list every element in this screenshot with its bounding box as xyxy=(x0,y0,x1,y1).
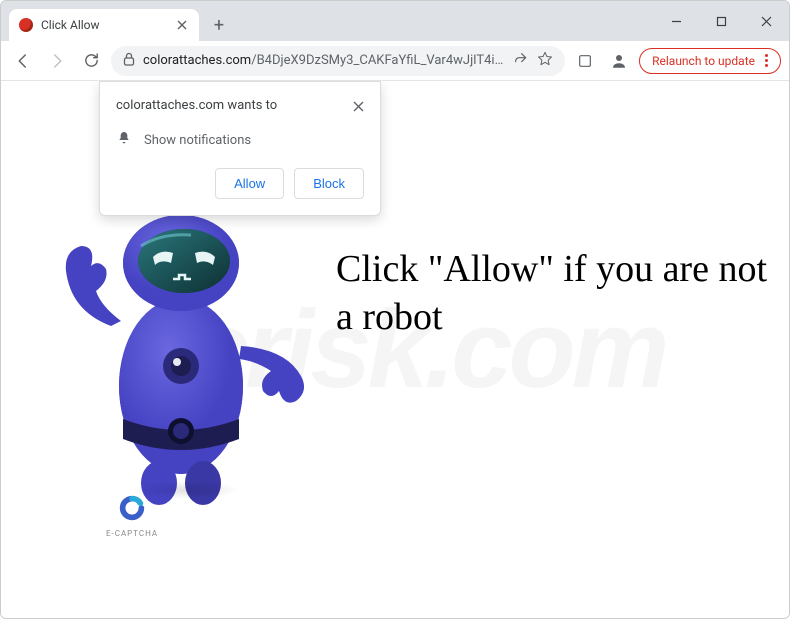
bell-icon xyxy=(116,130,132,150)
forward-button[interactable] xyxy=(43,47,71,75)
toolbar: colorattaches.com/B4DjeX9DzSMy3_CAKFaYfi… xyxy=(1,41,789,81)
extensions-icon[interactable] xyxy=(571,47,599,75)
browser-window: Click Allow + xyxy=(0,0,790,619)
close-icon[interactable] xyxy=(353,98,364,116)
allow-button[interactable]: Allow xyxy=(215,168,284,199)
share-icon[interactable] xyxy=(513,51,529,71)
close-tab-button[interactable] xyxy=(175,18,189,32)
favicon-icon xyxy=(19,18,33,32)
back-button[interactable] xyxy=(9,47,37,75)
browser-tab[interactable]: Click Allow xyxy=(9,9,199,41)
bookmark-icon[interactable] xyxy=(537,51,553,71)
ecaptcha-icon xyxy=(117,493,147,523)
titlebar: Click Allow + xyxy=(1,1,789,41)
relaunch-button[interactable]: Relaunch to update xyxy=(639,48,781,74)
new-tab-button[interactable]: + xyxy=(205,11,233,39)
permission-line: Show notifications xyxy=(144,133,251,148)
close-window-button[interactable] xyxy=(744,6,789,36)
robot-illustration xyxy=(41,191,321,511)
block-button[interactable]: Block xyxy=(294,168,364,199)
page-heading: Click "Allow" if you are not a robot xyxy=(336,246,789,341)
lock-icon xyxy=(123,52,135,70)
ecaptcha-label: E-CAPTCHA xyxy=(106,529,158,538)
reload-button[interactable] xyxy=(77,47,105,75)
tab-title: Click Allow xyxy=(41,18,100,32)
maximize-button[interactable] xyxy=(699,6,744,36)
permission-popup: colorattaches.com wants to Show notifica… xyxy=(99,81,381,216)
page-content: pcrisk.com xyxy=(1,81,789,618)
permission-title: colorattaches.com wants to xyxy=(116,98,277,113)
ecaptcha-badge: E-CAPTCHA xyxy=(106,493,158,538)
window-controls xyxy=(654,1,789,41)
url-text: colorattaches.com/B4DjeX9DzSMy3_CAKFaYfi… xyxy=(143,53,505,68)
minimize-button[interactable] xyxy=(654,6,699,36)
menu-icon xyxy=(765,54,768,67)
address-bar[interactable]: colorattaches.com/B4DjeX9DzSMy3_CAKFaYfi… xyxy=(111,46,565,76)
profile-icon[interactable] xyxy=(605,47,633,75)
